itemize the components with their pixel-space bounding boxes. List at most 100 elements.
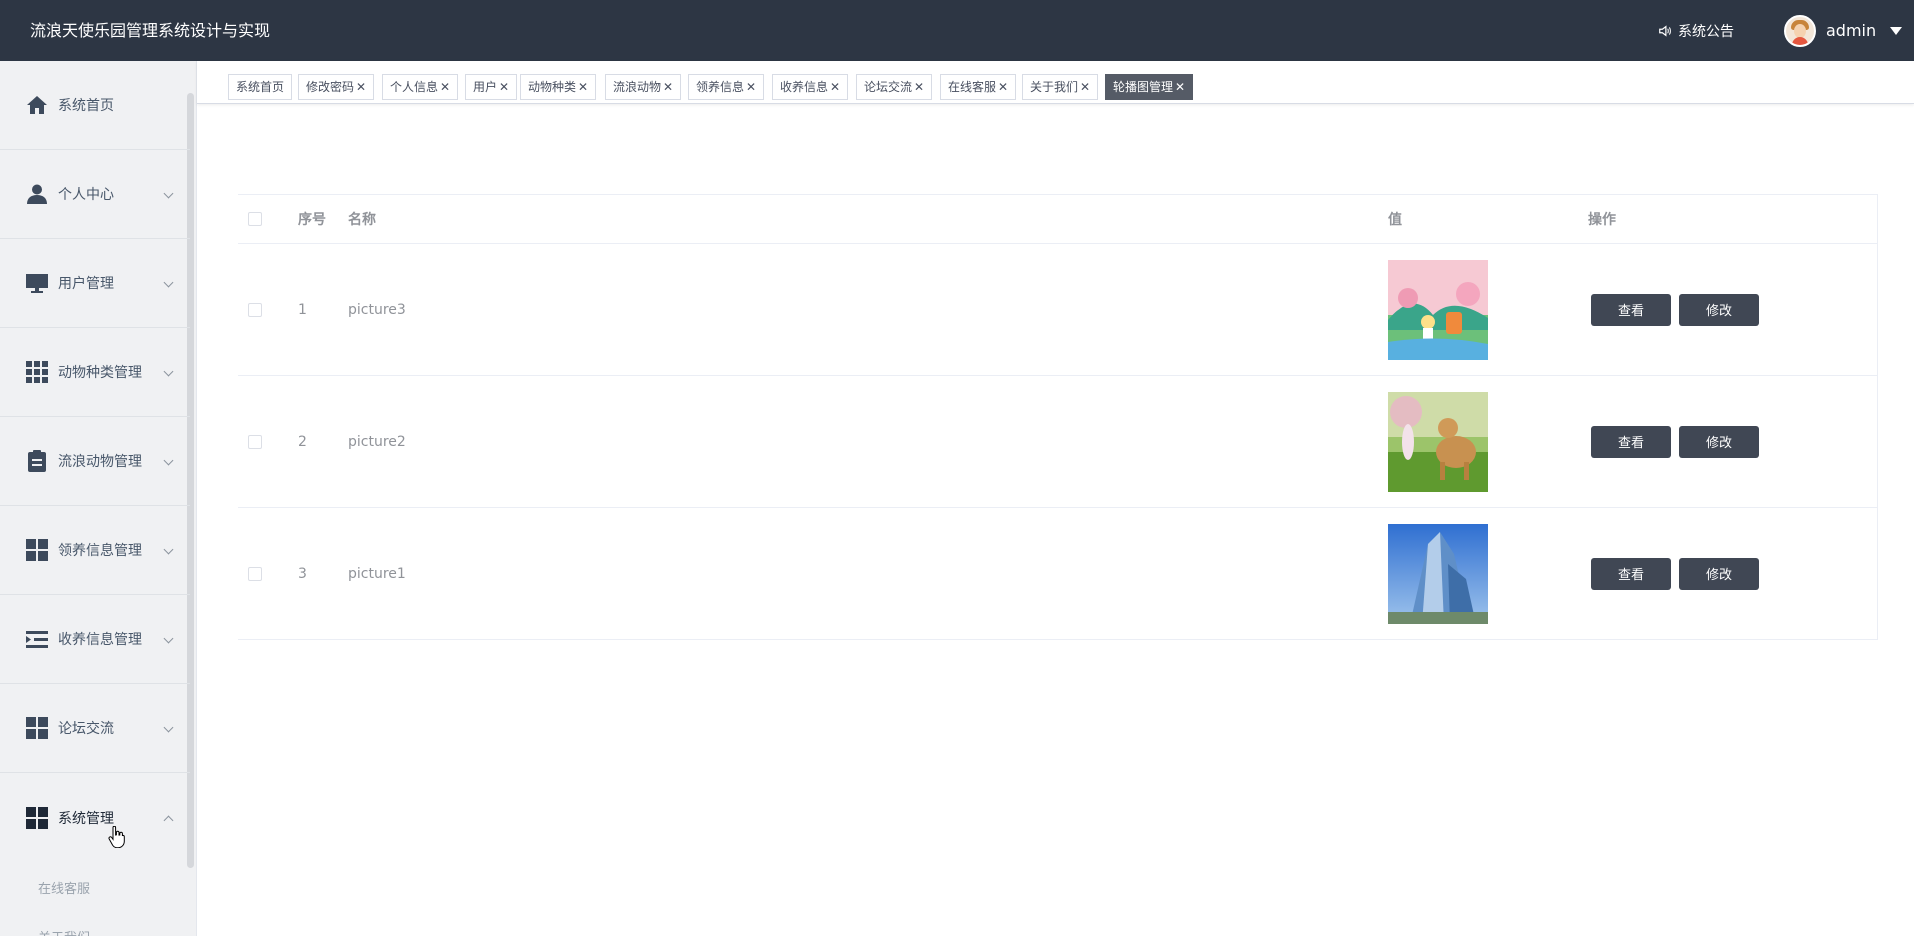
row-index: 2 [298, 433, 307, 450]
row-index: 3 [298, 565, 307, 582]
sidebar-item-fostering-info[interactable]: 收养信息管理 [0, 595, 190, 684]
sidebar-subitem-online-service[interactable]: 在线客服 [38, 878, 90, 897]
tag-home[interactable]: 系统首页 [228, 74, 293, 100]
tag-fostering-info[interactable]: 收养信息 ✕ [772, 74, 849, 100]
table-row: 3 picture1 查看 修改 [238, 508, 1878, 640]
sidebar-item-stray-animal[interactable]: 流浪动物管理 [0, 417, 190, 506]
username: admin [1826, 21, 1877, 40]
sidebar-item-label: 个人中心 [58, 187, 114, 203]
tag-users[interactable]: 用户 ✕ [465, 74, 518, 100]
tag-personal-info[interactable]: 个人信息 ✕ [382, 74, 459, 100]
app-title: 流浪天使乐园管理系统设计与实现 [30, 21, 271, 40]
edit-button[interactable]: 修改 [1679, 425, 1759, 458]
chevron-down-icon [163, 722, 174, 733]
tag-adoption-info[interactable]: 领养信息 ✕ [688, 74, 765, 100]
sidebar-item-adoption-info[interactable]: 领养信息管理 [0, 506, 190, 595]
sidebar-item-label: 系统首页 [58, 98, 114, 114]
chevron-down-icon [163, 633, 174, 644]
hand-cursor-icon [108, 826, 125, 848]
close-icon[interactable]: ✕ [1080, 80, 1090, 94]
chevron-down-icon [163, 366, 174, 377]
monitor-icon [26, 272, 48, 294]
clipboard-icon [26, 450, 48, 472]
header-actions: 操作 [1588, 212, 1616, 228]
dog-meadow-thumbnail[interactable] [1388, 391, 1488, 492]
view-button[interactable]: 查看 [1591, 293, 1671, 326]
close-icon[interactable]: ✕ [914, 80, 924, 94]
user-menu[interactable]: admin [1784, 0, 1903, 61]
sidebar-item-animal-category[interactable]: 动物种类管理 [0, 328, 190, 417]
edit-button[interactable]: 修改 [1679, 293, 1759, 326]
row-index: 1 [298, 301, 307, 318]
sidebar-item-label: 领养信息管理 [58, 543, 142, 559]
close-icon[interactable]: ✕ [663, 80, 673, 94]
header-value: 值 [1388, 212, 1402, 228]
row-checkbox[interactable] [248, 302, 262, 317]
speaker-icon [1659, 24, 1671, 37]
row-name: picture1 [348, 565, 406, 582]
close-icon[interactable]: ✕ [830, 80, 840, 94]
caret-down-icon [1890, 26, 1903, 35]
sidebar-item-label: 系统管理 [58, 810, 114, 827]
close-icon[interactable]: ✕ [499, 80, 509, 94]
sidebar-item-label: 动物种类管理 [58, 365, 142, 381]
dashboard-icon [26, 717, 48, 739]
row-checkbox[interactable] [248, 566, 262, 581]
close-icon[interactable]: ✕ [356, 80, 366, 94]
grid-icon [26, 361, 48, 383]
system-notice-link[interactable]: 系统公告 [1658, 0, 1734, 61]
view-button[interactable]: 查看 [1591, 425, 1671, 458]
close-icon[interactable]: ✕ [1175, 80, 1185, 94]
row-checkbox[interactable] [248, 434, 262, 449]
table-row: 1 picture3 查看 修改 [238, 244, 1878, 376]
select-all-checkbox[interactable] [248, 212, 262, 226]
sidebar-item-label: 论坛交流 [58, 721, 114, 737]
close-icon[interactable]: ✕ [746, 80, 756, 94]
chevron-down-icon [163, 544, 174, 555]
view-button[interactable]: 查看 [1591, 557, 1671, 590]
sidebar-item-label: 收养信息管理 [58, 632, 142, 648]
user-icon [26, 183, 48, 205]
avatar [1784, 14, 1816, 47]
row-name: picture2 [348, 433, 406, 450]
header-index: 序号 [298, 212, 326, 228]
sidebar-item-user-management[interactable]: 用户管理 [0, 239, 190, 328]
chevron-up-icon [163, 815, 174, 826]
table-row: 2 picture2 查看 修改 [238, 376, 1878, 508]
tag-carousel-management[interactable]: 轮播图管理 ✕ [1105, 74, 1194, 100]
list-indent-icon [26, 628, 48, 650]
close-icon[interactable]: ✕ [998, 80, 1008, 94]
tag-stray-animal[interactable]: 流浪动物 ✕ [605, 74, 682, 100]
chevron-down-icon [163, 188, 174, 199]
edit-button[interactable]: 修改 [1679, 557, 1759, 590]
tags-view-bar: 系统首页 修改密码 ✕ 个人信息 ✕ 用户 ✕ 动物种类 ✕ 流浪动物 ✕ 领养信息 ✕ 收… [197, 61, 1914, 104]
sidebar-item-label: 用户管理 [58, 276, 114, 292]
row-name: picture3 [348, 301, 406, 318]
tag-forum[interactable]: 论坛交流 ✕ [856, 74, 933, 100]
home-icon [26, 94, 48, 116]
sidebar-item-forum[interactable]: 论坛交流 [0, 684, 190, 773]
sidebar: 系统首页 个人中心 用户管理 动物种类管理 流浪动物管理 领养信息管理 收养信息… [0, 61, 197, 936]
tag-change-password[interactable]: 修改密码 ✕ [298, 74, 375, 100]
table-header: 序号 名称 值 操作 [238, 195, 1878, 244]
sidebar-item-personal-center[interactable]: 个人中心 [0, 150, 190, 239]
carousel-table: 序号 名称 值 操作 1 picture3 查看 修改 2 picture2 查… [238, 194, 1878, 640]
glass-building-thumbnail[interactable] [1388, 523, 1488, 624]
dashboard-icon [26, 806, 48, 829]
cartoon-park-thumbnail[interactable] [1388, 259, 1488, 360]
chevron-down-icon [163, 455, 174, 466]
chevron-down-icon [163, 277, 174, 288]
header-name: 名称 [348, 212, 376, 228]
tag-online-service[interactable]: 在线客服 ✕ [940, 74, 1017, 100]
sidebar-item-system-management[interactable]: 系统管理 [0, 773, 190, 862]
tag-animal-category[interactable]: 动物种类 ✕ [520, 74, 597, 100]
notice-label: 系统公告 [1678, 23, 1734, 40]
close-icon[interactable]: ✕ [440, 80, 450, 94]
close-icon[interactable]: ✕ [578, 80, 588, 94]
dashboard-icon [26, 539, 48, 561]
sidebar-subitem-about-us[interactable]: 关于我们 [38, 927, 90, 936]
sidebar-item-home[interactable]: 系统首页 [0, 61, 190, 150]
tag-about-us[interactable]: 关于我们 ✕ [1022, 74, 1099, 100]
top-header: 流浪天使乐园管理系统设计与实现 系统公告 admin [0, 0, 1914, 61]
sidebar-item-label: 流浪动物管理 [58, 454, 142, 470]
